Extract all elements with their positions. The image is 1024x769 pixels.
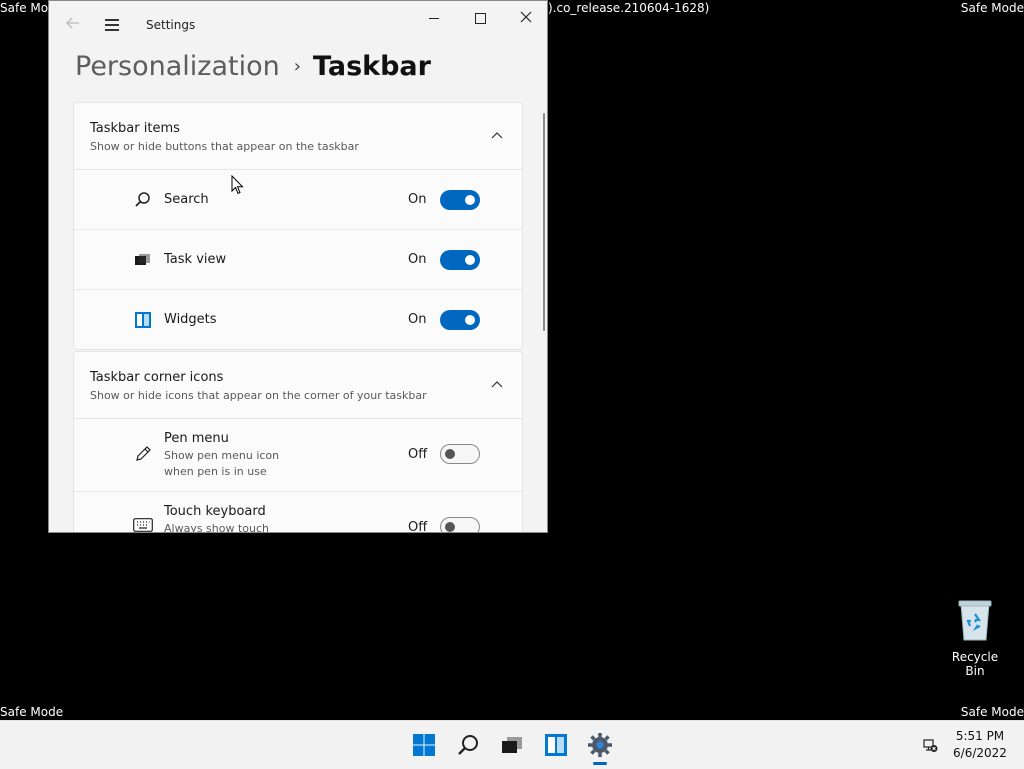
toggle-state-text: On xyxy=(408,312,427,327)
active-app-indicator xyxy=(593,762,607,765)
section-subtitle: Show or hide icons that appear on the co… xyxy=(90,389,427,402)
chevron-up-icon[interactable] xyxy=(490,378,504,392)
toggle-knob xyxy=(465,255,475,265)
mouse-cursor-icon xyxy=(231,175,244,195)
setting-label: Touch keyboard xyxy=(164,504,266,519)
taskbar-settings-button[interactable] xyxy=(582,727,618,765)
setting-label: Pen menu xyxy=(164,431,229,446)
widgets-toggle[interactable] xyxy=(440,310,480,330)
touch-keyboard-toggle[interactable] xyxy=(440,517,480,532)
taskbar-corner-icons-card: Taskbar corner icons Show or hide icons … xyxy=(73,351,523,533)
search-icon xyxy=(458,735,478,755)
safe-mode-label-top-right: Safe Mode xyxy=(960,1,1024,15)
task-view-toggle[interactable] xyxy=(440,250,480,270)
minimize-icon xyxy=(429,18,439,19)
setting-row-widgets: Widgets On xyxy=(74,290,522,349)
chevron-up-icon[interactable] xyxy=(490,129,504,143)
taskbar-corner-icons-header[interactable]: Taskbar corner icons Show or hide icons … xyxy=(74,352,522,419)
safe-mode-label-bottom-right: Safe Mode xyxy=(960,705,1024,719)
search-icon xyxy=(135,192,150,207)
toggle-knob xyxy=(465,315,475,325)
maximize-button[interactable] xyxy=(457,7,503,29)
vertical-scrollbar[interactable] xyxy=(543,113,545,331)
arrow-left-icon xyxy=(66,17,79,29)
navigation-menu-button[interactable] xyxy=(103,15,123,35)
back-button[interactable] xyxy=(63,15,83,35)
windows-logo-icon xyxy=(413,734,435,756)
task-view-icon xyxy=(502,737,522,753)
setting-row-task-view: Task view On xyxy=(74,230,522,290)
task-view-icon xyxy=(135,254,150,265)
widgets-icon xyxy=(545,734,567,756)
system-clock[interactable]: 5:51 PM 6/6/2022 xyxy=(948,728,1012,762)
recycle-bin-label: Recycle Bin xyxy=(951,650,999,678)
pen-icon xyxy=(136,446,151,461)
toggle-knob xyxy=(445,449,455,459)
minimize-button[interactable] xyxy=(411,7,457,29)
clock-time: 5:51 PM xyxy=(955,729,1005,743)
settings-window: Settings Personalization › Taskbar Taskbar… xyxy=(48,0,548,533)
recycle-bin-desktop-icon[interactable]: Recycle Bin xyxy=(942,598,1008,678)
setting-description: when pen is in use xyxy=(164,465,267,478)
breadcrumb-separator: › xyxy=(293,56,301,77)
title-bar[interactable]: Settings xyxy=(49,1,547,51)
taskbar-task-view-button[interactable] xyxy=(494,727,530,763)
setting-label: Search xyxy=(164,192,209,207)
clock-date: 6/6/2022 xyxy=(953,746,1007,760)
setting-row-pen-menu: Pen menu Show pen menu icon when pen is … xyxy=(74,419,522,492)
recycle-bin-icon xyxy=(958,600,992,641)
taskbar-items-header[interactable]: Taskbar items Show or hide buttons that … xyxy=(74,103,522,170)
section-title: Taskbar corner icons xyxy=(90,370,224,385)
taskbar-items-card: Taskbar items Show or hide buttons that … xyxy=(73,102,523,350)
maximize-icon xyxy=(474,13,486,24)
setting-label: Widgets xyxy=(164,312,217,327)
setting-description: Show pen menu icon xyxy=(164,449,280,462)
network-disconnected-icon[interactable] xyxy=(922,737,938,753)
search-toggle[interactable] xyxy=(440,190,480,210)
pen-menu-toggle[interactable] xyxy=(440,444,480,464)
close-icon xyxy=(520,11,532,23)
safe-mode-label-bottom-left: Safe Mode xyxy=(0,705,64,719)
section-title: Taskbar items xyxy=(90,121,180,136)
breadcrumb-parent-link[interactable]: Personalization xyxy=(75,51,280,82)
toggle-state-text: On xyxy=(408,252,427,267)
setting-row-touch-keyboard: Touch keyboard Always show touch Off xyxy=(74,492,522,533)
setting-row-search: Search On xyxy=(74,170,522,230)
taskbar-widgets-button[interactable] xyxy=(538,727,574,763)
toggle-state-text: On xyxy=(408,192,427,207)
breadcrumb: Personalization › Taskbar xyxy=(75,47,431,87)
section-subtitle: Show or hide buttons that appear on the … xyxy=(90,140,359,153)
page-title: Taskbar xyxy=(312,51,431,82)
taskbar: 5:51 PM 6/6/2022 xyxy=(0,720,1024,769)
build-info-text: ).co_release.210604-1628) xyxy=(548,1,710,15)
menu-line xyxy=(105,29,119,31)
toggle-state-text: Off xyxy=(408,520,428,533)
keyboard-icon xyxy=(133,518,153,532)
close-button[interactable] xyxy=(503,7,547,29)
window-title: Settings xyxy=(146,18,196,32)
setting-description: Always show touch xyxy=(164,522,270,533)
toggle-knob xyxy=(445,522,455,532)
start-button[interactable] xyxy=(406,727,442,763)
toggle-knob xyxy=(465,195,475,205)
taskbar-search-button[interactable] xyxy=(450,727,486,763)
toggle-state-text: Off xyxy=(408,447,428,462)
menu-line xyxy=(105,19,119,21)
widgets-icon xyxy=(135,312,151,328)
setting-label: Task view xyxy=(164,252,227,267)
menu-line xyxy=(105,24,119,26)
gear-icon xyxy=(588,733,612,757)
